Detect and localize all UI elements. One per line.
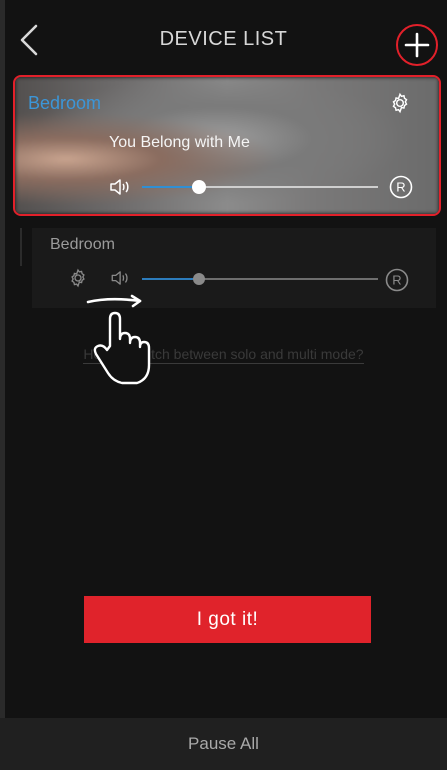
plus-icon (404, 32, 430, 58)
page-title: DEVICE LIST (159, 28, 288, 50)
svg-text:R: R (396, 180, 405, 195)
list-edge (20, 228, 22, 266)
device-room-name: Bedroom (28, 93, 102, 113)
speaker-icon[interactable] (110, 179, 132, 195)
volume-fill (142, 278, 199, 280)
gear-icon[interactable] (389, 92, 411, 114)
hand-pointer-icon (86, 294, 151, 385)
add-device-button[interactable] (396, 24, 438, 66)
gear-icon[interactable] (68, 268, 88, 288)
volume-handle[interactable] (192, 273, 205, 285)
song-title: You Belong with Me (109, 134, 250, 151)
pause-all-button[interactable]: Pause All (0, 718, 447, 770)
mode-help-link[interactable]: How to switch between solo and multi mod… (0, 346, 447, 364)
got-it-button[interactable]: I got it! (84, 596, 371, 643)
left-edge-strip (0, 0, 5, 770)
speaker-icon[interactable] (111, 271, 131, 285)
volume-handle[interactable] (191, 180, 206, 194)
volume-slider[interactable] (142, 180, 378, 194)
r-badge-icon[interactable]: R (385, 268, 409, 292)
volume-fill (142, 186, 199, 188)
header: DEVICE LIST (0, 0, 447, 80)
volume-slider[interactable] (142, 273, 378, 285)
r-badge-icon[interactable]: R (389, 175, 413, 199)
svg-text:R: R (392, 273, 401, 288)
device-room-name: Bedroom (50, 236, 115, 253)
device-card-active[interactable]: Bedroom You Belong with Me R (13, 75, 441, 216)
